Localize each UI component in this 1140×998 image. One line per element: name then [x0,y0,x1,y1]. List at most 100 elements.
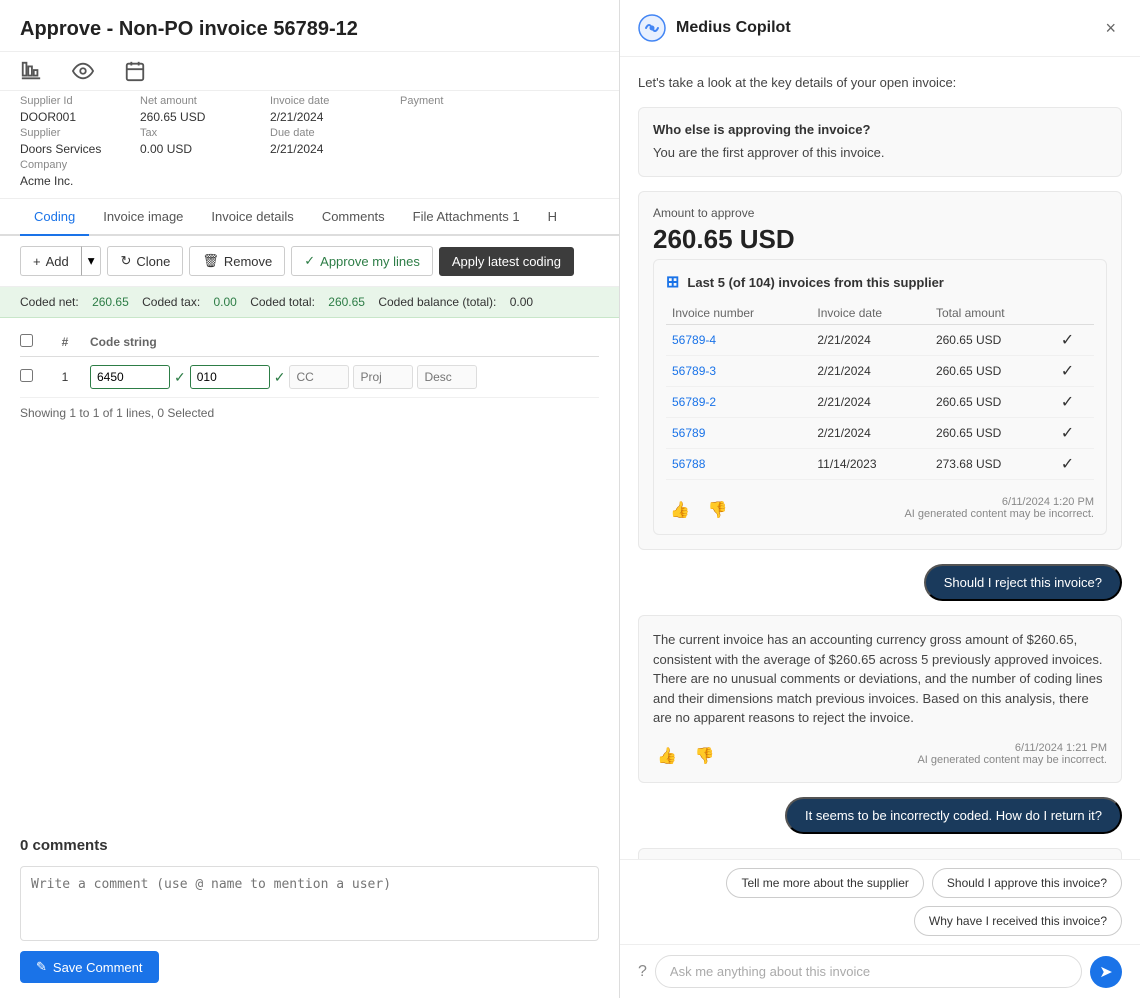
coded-net-value: 260.65 [92,295,129,309]
approver-question: Who else is approving the invoice? [653,122,1107,137]
inv-date: 2/21/2024 [811,387,930,418]
net-amount-label: Net amount [140,95,250,107]
inv-header-status [1055,302,1094,325]
calendar-icon-item [124,60,146,82]
info-fields: Supplier Id DOOR001 Supplier Doors Servi… [0,91,619,199]
tab-comments[interactable]: Comments [308,199,399,236]
thumbs-up-button-2[interactable]: 👍 [653,744,681,768]
add-label: Add [46,254,69,269]
inv-number[interactable]: 56789-3 [666,356,811,387]
inv-number[interactable]: 56788 [666,449,811,480]
incorrect-bubble-wrapper: It seems to be incorrectly coded. How do… [638,797,1122,834]
inv-number[interactable]: 56789-4 [666,325,811,356]
invoice-table: Invoice number Invoice date Total amount… [666,302,1094,480]
copilot-title: Medius Copilot [676,19,791,37]
code-input-2[interactable] [190,365,270,389]
code-input-proj[interactable] [353,365,413,389]
tab-h[interactable]: H [534,199,571,236]
showing-text: Showing 1 to 1 of 1 lines, 0 Selected [20,406,599,420]
tax-label: Tax [140,127,250,139]
coded-total-label: Coded total: [250,295,315,309]
coded-total-value: 260.65 [328,295,365,309]
approve-lines-button[interactable]: ✓ Approve my lines [291,246,433,276]
invoice-date-value: 2/21/2024 [270,110,380,124]
database-icon: ⊞ [666,272,679,292]
supplier-icon-item [20,60,42,82]
code-input-cc[interactable] [289,365,349,389]
comments-section: 0 comments ✎ Save Comment [0,822,619,998]
copilot-logo-icon [638,14,666,42]
thumbs-up-button-1[interactable]: 👍 [666,498,694,522]
approver-section: Who else is approving the invoice? You a… [638,107,1122,178]
incorrect-bubble-button[interactable]: It seems to be incorrectly coded. How do… [785,797,1122,834]
chat-input[interactable] [655,955,1082,988]
inv-number[interactable]: 56789 [666,418,811,449]
intro-text: Let's take a look at the key details of … [638,73,1122,93]
amount-label: Amount to approve [653,206,1107,220]
inv-date: 11/14/2023 [811,449,930,480]
approver-answer: You are the first approver of this invoi… [653,143,1107,163]
inv-status-icon: ✓ [1055,418,1094,449]
quick-reply-supplier[interactable]: Tell me more about the supplier [726,868,923,898]
analysis-ai-disclaimer: AI generated content may be incorrect. [917,754,1107,766]
due-date-value: 2/21/2024 [270,142,380,156]
tab-file-attachments[interactable]: File Attachments 1 [399,199,534,236]
table-timestamp: 6/11/2024 1:20 PM [904,496,1094,508]
invoice-date-label: Invoice date [270,95,380,107]
tax-value: 0.00 USD [140,142,250,156]
plus-icon: + [33,254,41,269]
remove-button[interactable]: 🗑 Remove [189,246,285,276]
comment-textarea[interactable] [21,867,598,937]
save-comment-button[interactable]: ✎ Save Comment [20,951,159,983]
code-input-desc[interactable] [417,365,477,389]
copilot-header: Medius Copilot × [620,0,1140,57]
reject-bubble-button[interactable]: Should I reject this invoice? [924,564,1122,601]
apply-coding-button[interactable]: Apply latest coding [439,247,574,276]
invoice-table-row: 56789-2 2/21/2024 260.65 USD ✓ [666,387,1094,418]
inv-header-date: Invoice date [811,302,930,325]
add-button[interactable]: + Add [20,246,82,276]
toolbar: + Add ▾ ↻ Clone 🗑 Remove ✓ Approve my li… [0,236,619,287]
analysis-text: The current invoice has an accounting cu… [653,630,1107,728]
row-num: 1 [50,370,80,384]
analysis-section: The current invoice has an accounting cu… [638,615,1122,783]
tab-invoice-details[interactable]: Invoice details [197,199,307,236]
row-checkbox[interactable] [20,369,33,382]
code-input-1[interactable] [90,365,170,389]
analysis-timestamp: 6/11/2024 1:21 PM [917,742,1107,754]
send-button[interactable]: ➤ [1090,956,1122,988]
inv-number[interactable]: 56789-2 [666,387,811,418]
add-button-split: + Add ▾ [20,246,101,276]
tab-coding[interactable]: Coding [20,199,89,236]
left-panel: Approve - Non-PO invoice 56789-12 [0,0,620,998]
invoice-table-row: 56789-3 2/21/2024 260.65 USD ✓ [666,356,1094,387]
table-row: 1 ✓ ✓ [20,357,599,398]
copilot-panel: Medius Copilot × Let's take a look at th… [620,0,1140,998]
table-timestamp-wrapper: 6/11/2024 1:20 PM AI generated content m… [904,492,1094,520]
coded-balance-value: 0.00 [510,295,533,309]
thumbs-down-button-2[interactable]: 👎 [691,744,719,768]
close-button[interactable]: × [1099,16,1122,41]
reject-bubble-wrapper: Should I reject this invoice? [638,564,1122,601]
quick-reply-approve[interactable]: Should I approve this invoice? [932,868,1122,898]
row-check [20,369,40,385]
inv-amount: 260.65 USD [930,325,1055,356]
select-all-checkbox[interactable] [20,334,33,347]
inv-header-amount: Total amount [930,302,1055,325]
invoice-table-header-row: Invoice number Invoice date Total amount [666,302,1094,325]
add-dropdown-button[interactable]: ▾ [82,246,102,276]
tabs-bar: Coding Invoice image Invoice details Com… [0,199,619,236]
invoice-table-title: ⊞ Last 5 (of 104) invoices from this sup… [666,272,1094,292]
header-check [20,334,40,350]
amount-value: 260.65 USD [653,224,1107,255]
info-icons-row [0,52,619,91]
clone-button[interactable]: ↻ Clone [107,246,183,276]
supplier-label: Supplier [20,127,120,139]
quick-reply-why[interactable]: Why have I received this invoice? [914,906,1122,936]
thumbs-down-button-1[interactable]: 👎 [704,498,732,522]
table-header: # Code string [20,328,599,357]
tab-invoice-image[interactable]: Invoice image [89,199,197,236]
inv-amount: 273.68 USD [930,449,1055,480]
code-inputs: ✓ ✓ [90,365,477,389]
chat-input-row: ? ➤ [620,944,1140,998]
